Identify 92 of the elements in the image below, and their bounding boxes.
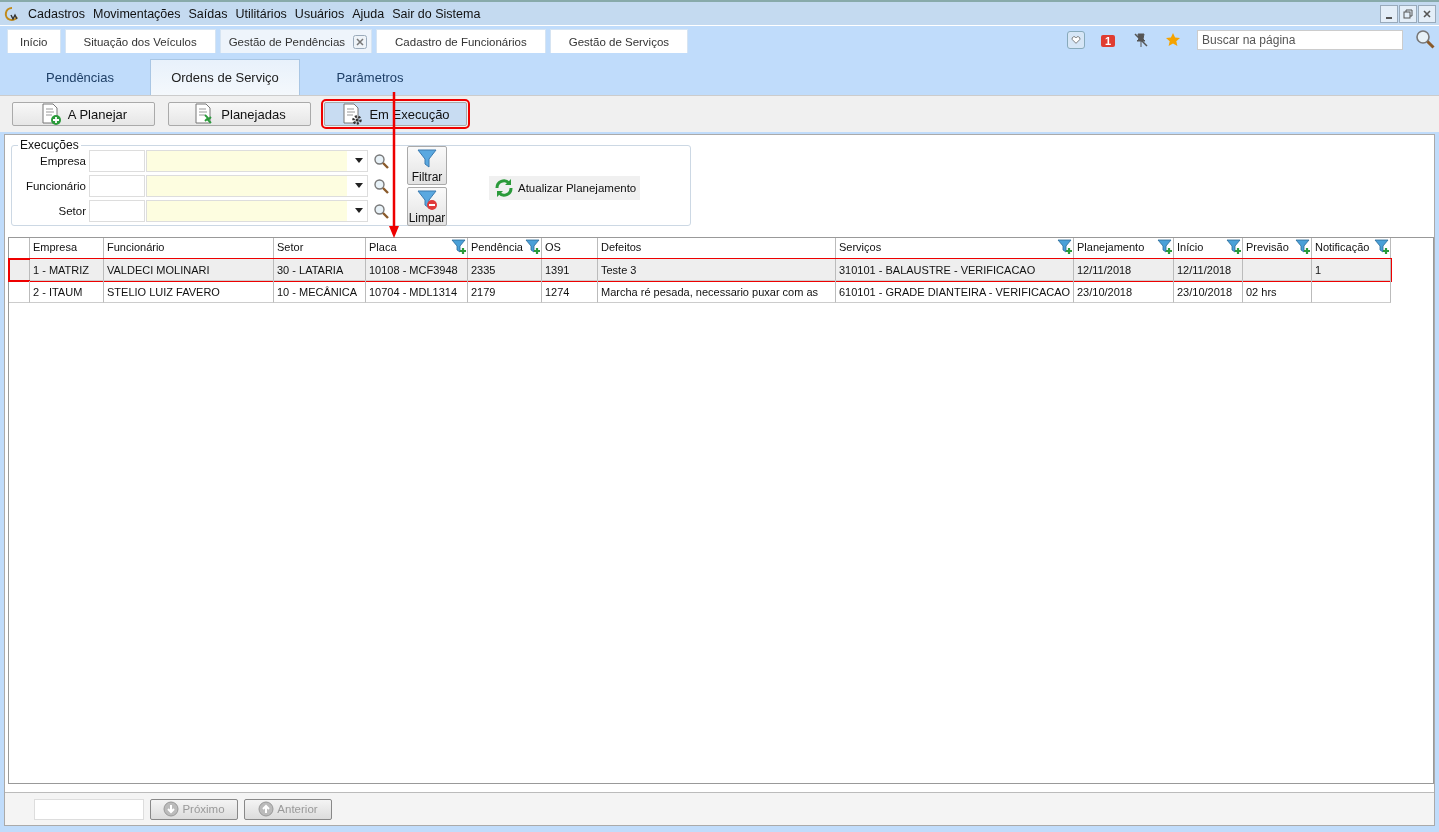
funnel-plus-icon[interactable] <box>1226 239 1242 255</box>
table-cell: 02 hrs <box>1246 285 1277 298</box>
favorites-dropdown-button[interactable] <box>1066 31 1085 49</box>
table-cell: Marcha ré pesada, necessario puxar com as <box>601 285 819 298</box>
caret-icon <box>355 208 363 213</box>
section-tab[interactable]: Parâmetros <box>300 59 440 95</box>
search-icon[interactable] <box>373 152 389 169</box>
menu-item[interactable]: Ajuda <box>352 6 392 21</box>
document-icon <box>39 103 62 125</box>
table-cell: 10 - MECÂNICA <box>277 285 358 298</box>
row-header-cell[interactable] <box>9 281 30 303</box>
table-cell: 1 <box>1315 263 1322 276</box>
filter-button[interactable]: Filtrar <box>407 146 447 185</box>
menu-item[interactable]: Usuários <box>294 6 352 21</box>
table-cell: 30 - LATARIA <box>277 263 344 276</box>
table-cell: 10704 - MDL1314 <box>369 285 458 298</box>
page-tab[interactable]: Cadastro de Funcionários <box>376 29 546 53</box>
field-label: Setor <box>57 204 87 217</box>
notification-badge[interactable]: 1 <box>1100 35 1115 47</box>
funnel-plus-icon[interactable] <box>1374 239 1390 255</box>
heart-icon <box>1070 35 1081 45</box>
close-button[interactable] <box>1418 4 1436 23</box>
menu-item[interactable]: Cadastros <box>28 6 92 21</box>
table-row[interactable]: 2 - ITAUM STELIO LUIZ FAVERO 10 - MECÂNICA 10704 - MDL1314 2179 1274 Marcha ré pesada, necessario puxar com as 610101 - GRADE DIANTEIRA - VERIFICACAO 23/10/2018 23/10/2018 02 hrs <box>9 281 1391 303</box>
select-field[interactable] <box>146 199 368 222</box>
toolbar-button[interactable]: Planejadas <box>168 102 311 126</box>
funnel-plus-icon[interactable] <box>451 239 467 255</box>
unpin-icon[interactable] <box>1133 32 1149 48</box>
minimize-icon <box>1386 16 1392 19</box>
code-field[interactable] <box>89 199 145 222</box>
page-field[interactable] <box>34 798 144 820</box>
document-icon <box>341 103 364 125</box>
menu-item[interactable]: Saídas <box>188 6 235 21</box>
filter-button[interactable]: Limpar <box>407 187 447 226</box>
close-tab-icon[interactable] <box>353 34 368 49</box>
table-cell: 2335 <box>471 263 496 276</box>
table-cell: 610101 - GRADE DIANTEIRA - VERIFICACAO <box>839 285 1071 298</box>
page-tab[interactable]: Situação dos Veículos <box>64 29 216 53</box>
page-tab[interactable]: Início <box>7 29 61 53</box>
table-cell: 23/10/2018 <box>1077 285 1133 298</box>
search-field[interactable]: Buscar na página <box>1197 30 1403 50</box>
table-row[interactable]: 1 - MATRIZ VALDECI MOLINARI 30 - LATARIA 10108 - MCF3948 2335 1391 Teste 3 310101 - BALAUSTRE - VERIFICACAO 12/11/2018 12/11/2018 1 <box>9 259 1391 281</box>
section-tab[interactable]: Pendências <box>10 59 150 95</box>
arrow-down-icon <box>163 801 180 817</box>
funnel-plus-icon[interactable] <box>525 239 541 255</box>
table-cell: 310101 - BALAUSTRE - VERIFICACAO <box>839 263 1036 276</box>
refresh-button[interactable]: Atualizar Planejamento <box>489 176 641 200</box>
search-icon[interactable] <box>373 202 389 219</box>
page-tab[interactable]: Gestão de Serviços <box>549 29 689 53</box>
table-cell: Teste 3 <box>601 263 637 276</box>
refresh-icon <box>493 177 515 199</box>
search-icon[interactable] <box>373 177 389 194</box>
table-cell: 10108 - MCF3948 <box>369 263 458 276</box>
field-label: Empresa <box>38 154 87 167</box>
table-cell: VALDECI MOLINARI <box>107 263 210 276</box>
table-cell: 1 - MATRIZ <box>33 263 89 276</box>
table-cell: 1391 <box>545 263 570 276</box>
app-logo-icon <box>4 5 20 22</box>
toolbar-button[interactable]: A Planejar <box>12 102 155 126</box>
table-cell: STELIO LUIZ FAVERO <box>107 285 220 298</box>
restore-icon <box>1403 8 1413 19</box>
caret-icon <box>355 158 363 163</box>
search-icon[interactable] <box>1415 29 1435 49</box>
table-cell: 2179 <box>471 285 496 298</box>
table-cell: 12/11/2018 <box>1177 263 1232 276</box>
row-header-cell[interactable] <box>9 259 30 281</box>
funnel-plus-icon[interactable] <box>1057 239 1073 255</box>
group-title: Execuções <box>19 138 80 152</box>
table-cell: 1274 <box>545 285 570 298</box>
code-field[interactable] <box>89 149 145 172</box>
select-field[interactable] <box>146 174 368 197</box>
caret-icon <box>355 183 363 188</box>
funnel-icon <box>416 148 438 170</box>
funnel-plus-icon[interactable] <box>1157 239 1173 255</box>
arrow-up-icon <box>258 801 275 817</box>
menu-item[interactable]: Movimentações <box>93 6 188 21</box>
menu-item[interactable]: Utilitários <box>235 6 294 21</box>
minimize-button[interactable] <box>1380 4 1398 23</box>
page-tab[interactable]: Gestão de Pendências <box>219 29 373 53</box>
code-field[interactable] <box>89 174 145 197</box>
funnel-icon <box>416 189 438 211</box>
field-label: Funcionário <box>24 179 87 192</box>
close-icon <box>1422 8 1432 19</box>
star-icon[interactable] <box>1165 32 1181 48</box>
funnel-plus-icon[interactable] <box>1295 239 1311 255</box>
table-cell: 23/10/2018 <box>1177 285 1233 298</box>
section-tab[interactable]: Ordens de Serviço <box>150 59 300 95</box>
table-cell: 12/11/2018 <box>1077 263 1132 276</box>
menu-item[interactable]: Sair do Sistema <box>392 6 488 21</box>
select-field[interactable] <box>146 149 368 172</box>
restore-button[interactable] <box>1399 4 1417 23</box>
table-cell: 2 - ITAUM <box>33 285 83 298</box>
